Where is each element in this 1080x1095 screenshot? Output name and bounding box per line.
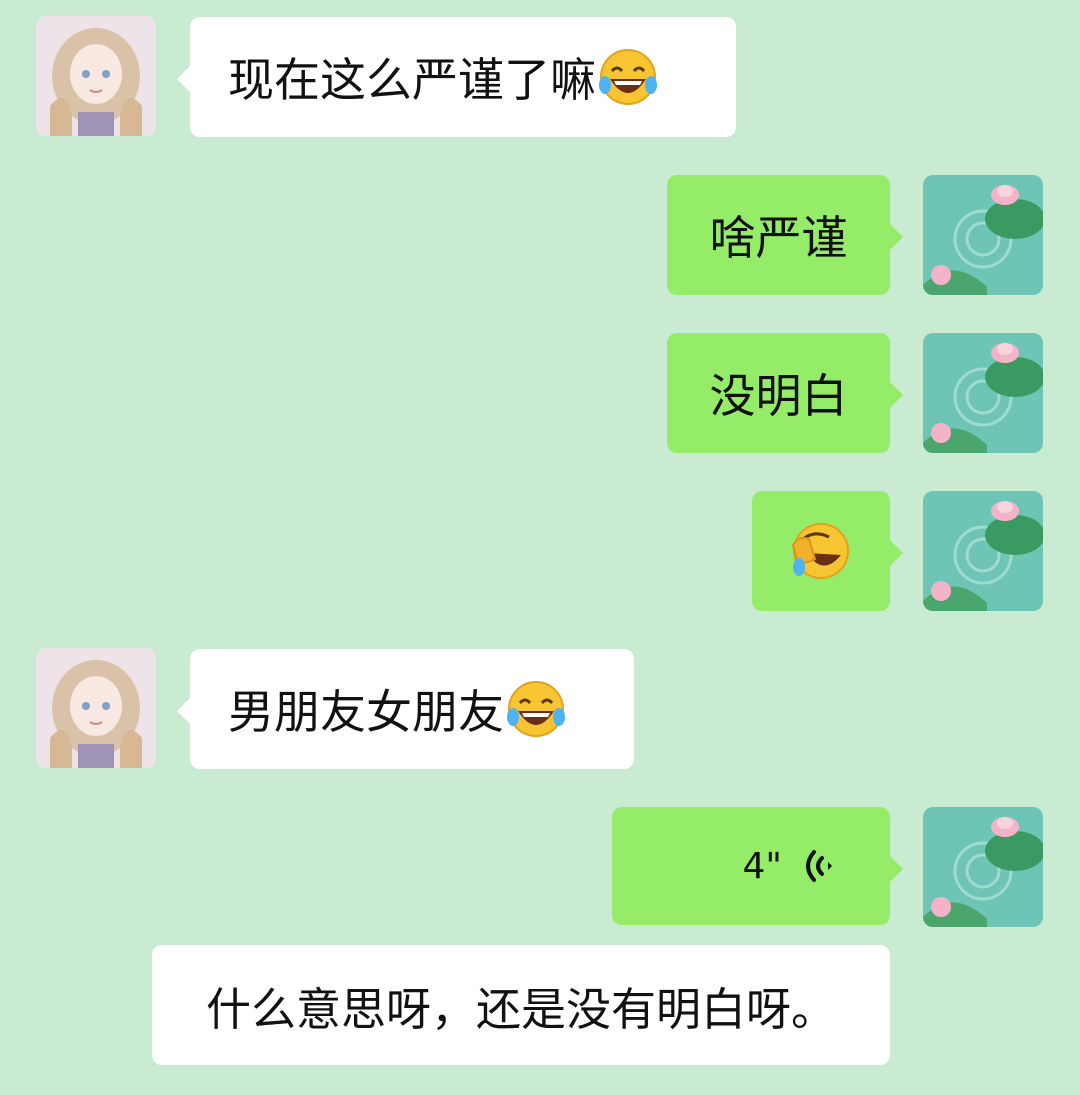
my-avatar[interactable] [923,333,1043,453]
voice-transcription-bubble[interactable]: 什么意思呀，还是没有明白呀。 [152,945,890,1065]
message-bubble-incoming[interactable]: 男朋友女朋友 [177,649,634,769]
message-text: 男朋友女朋友 [228,685,504,739]
message-text: 啥严谨 [709,211,848,265]
message-bubble-outgoing[interactable]: 啥严谨 [667,175,903,295]
transcription-text: 什么意思呀，还是没有明白呀。 [205,982,836,1036]
message-bubble-outgoing[interactable]: 没明白 [667,333,903,453]
voice-duration: 4" [742,845,782,887]
my-avatar[interactable] [923,491,1043,611]
my-avatar[interactable] [923,175,1043,295]
my-avatar[interactable] [923,807,1043,927]
voice-wave-icon [796,844,836,888]
voice-message: 4" [743,844,836,888]
tears-of-joy-emoji-icon [504,677,568,741]
message-text: 现在这么严谨了嘛 [228,53,596,107]
message-text: 没明白 [709,369,848,423]
friend-avatar[interactable] [36,16,156,136]
message-bubble-outgoing[interactable] [752,491,903,611]
friend-avatar[interactable] [36,648,156,768]
tears-of-joy-emoji-icon [596,45,660,109]
rolling-laughing-emoji-icon [789,519,853,583]
message-bubble-incoming[interactable]: 现在这么严谨了嘛 [177,17,736,137]
voice-message-bubble[interactable]: 4" [612,807,903,925]
